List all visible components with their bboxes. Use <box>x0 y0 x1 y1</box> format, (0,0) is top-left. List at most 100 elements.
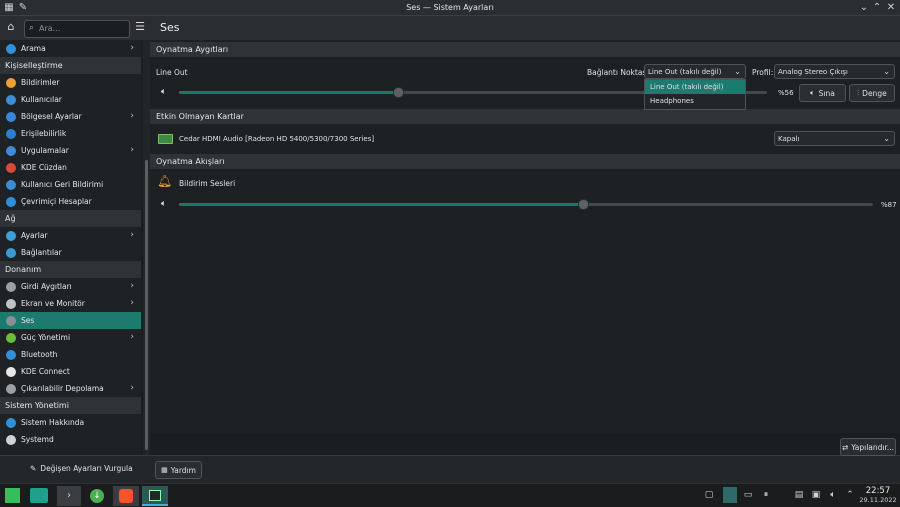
chevron-right-icon: › <box>130 145 134 155</box>
sidebar-item[interactable]: Bildirimler <box>0 74 141 91</box>
balance-button[interactable]: ⫶ Denge <box>849 84 895 102</box>
sidebar-item[interactable]: Bağlantılar <box>0 244 141 261</box>
card-profile-combobox[interactable]: Kapalı ⌄ <box>774 131 895 146</box>
card-name: Cedar HDMI Audio [Radeon HD 5400/5300/73… <box>179 135 375 143</box>
sidebar-item-label: Sistem Hakkında <box>21 418 85 427</box>
speaker-icon <box>6 315 16 326</box>
highlight-label: Değişen Ayarları Vurgula <box>40 464 133 473</box>
sidebar-item[interactable]: Ekran ve Monitör › <box>0 295 141 312</box>
balance-icon: ⫶ <box>857 88 860 97</box>
sidebar-item[interactable]: KDE Cüzdan <box>0 159 141 176</box>
accounts-icon <box>6 196 16 207</box>
sidebar-item-label: Bluetooth <box>21 350 58 359</box>
input-devices-icon <box>6 281 16 292</box>
test-button[interactable]: 🔈︎ Sına <box>799 84 846 102</box>
search-icon: ⌕ <box>29 23 35 33</box>
accessibility-icon <box>6 128 16 139</box>
users-icon <box>6 94 16 105</box>
close-icon[interactable]: ✕ <box>885 2 897 14</box>
clipboard-icon[interactable]: ▤ <box>794 490 804 500</box>
pager-icon[interactable] <box>723 487 737 503</box>
sidebar-item[interactable]: Bluetooth <box>0 346 141 363</box>
taskbar: › ↓ ▢ ▭ ⏸︎ ▤ ▣ 🔈︎ ⌃ 22:57 29.11.2022 <box>0 483 900 507</box>
pager-icon-2[interactable]: ▭ <box>743 490 753 500</box>
sidebar-item[interactable]: Systemd <box>0 431 141 448</box>
chevron-down-icon[interactable]: ⌄ <box>858 2 870 14</box>
sidebar-item[interactable]: Sistem Hakkında <box>0 414 141 431</box>
download-icon[interactable]: ↓ <box>90 489 104 503</box>
sidebar-item[interactable]: Bölgesel Ayarlar › <box>0 108 141 125</box>
dropdown-option-headphones[interactable]: Headphones <box>645 94 745 108</box>
dropdown-option-line-out[interactable]: Line Out (takılı değil) <box>645 80 745 94</box>
hamburger-menu-icon[interactable]: ☰ <box>134 21 146 33</box>
sidebar-item[interactable]: Arama › <box>0 40 141 57</box>
search-input[interactable] <box>39 22 125 34</box>
highlight-changed-button[interactable]: ✎ Değişen Ayarları Vurgula <box>30 464 133 473</box>
brave-browser-task[interactable] <box>113 486 139 506</box>
manjaro-launcher-icon[interactable] <box>5 488 20 503</box>
file-manager-icon[interactable] <box>30 488 48 503</box>
sidebar-item[interactable]: Kullanıcılar <box>0 91 141 108</box>
sidebar-item-label: KDE Connect <box>21 367 70 376</box>
sidebar-item-label: Güç Yönetimi <box>21 333 71 342</box>
profile-combobox[interactable]: Analog Stereo Çıkışı ⌄ <box>774 64 895 79</box>
search-box[interactable]: ⌕ <box>24 20 130 38</box>
stream-name: Bildirim Sesleri <box>179 179 236 188</box>
window-icon[interactable]: ▢ <box>704 490 714 500</box>
speaker-icon[interactable]: 🔈︎ <box>161 199 166 209</box>
sidebar-item[interactable]: Erişilebilirlik <box>0 125 141 142</box>
system-settings-task[interactable] <box>142 486 168 506</box>
terminal-icon[interactable]: › <box>57 486 81 506</box>
search-icon <box>6 43 16 54</box>
home-icon[interactable]: ⌂ <box>4 20 18 34</box>
monitor-icon <box>6 298 16 309</box>
sidebar-item[interactable]: KDE Connect <box>0 363 141 380</box>
configure-icon: ⇄ <box>841 442 849 452</box>
speaker-icon[interactable]: 🔈︎ <box>161 87 166 97</box>
sidebar-item-label: Erişilebilirlik <box>21 129 67 138</box>
title-bar: ▦ ✎ Ses — Sistem Ayarları ⌄ ⌃ ✕ <box>0 0 900 16</box>
sidebar-item[interactable]: Uygulamalar › <box>0 142 141 159</box>
sidebar: Arama › Kişiselleştirme Bildirimler Kullanıc… <box>0 40 141 455</box>
profile-label: Profil: <box>752 68 774 77</box>
help-button[interactable]: ▦ Yardım <box>155 461 202 479</box>
sidebar-item[interactable]: Kullanıcı Geri Bildirimi <box>0 176 141 193</box>
volume-icon[interactable]: 🔈︎ <box>828 490 838 500</box>
chevron-right-icon: › <box>130 281 134 291</box>
configure-label: Yapılandır... <box>851 442 895 452</box>
sidebar-item[interactable]: Girdi Aygıtları › <box>0 278 141 295</box>
chevron-right-icon: › <box>130 332 134 342</box>
chevron-right-icon: › <box>130 111 134 121</box>
chevron-up-icon[interactable]: ⌃ <box>845 490 855 500</box>
page-title: Ses <box>160 21 180 34</box>
slider-handle[interactable] <box>393 87 404 98</box>
section-title: Oynatma Aygıtları <box>156 45 229 54</box>
sidebar-item[interactable]: Ses <box>0 312 141 329</box>
slider-handle[interactable] <box>578 199 589 210</box>
clock[interactable]: 22:57 29.11.2022 <box>858 486 898 504</box>
pencil-icon: ✎ <box>30 464 37 473</box>
network-icon[interactable]: ▣ <box>811 490 821 500</box>
chevron-right-icon: › <box>130 230 134 240</box>
card-profile-value: Kapalı <box>778 134 800 143</box>
sidebar-scrollbar[interactable] <box>143 40 150 455</box>
sidebar-item[interactable]: Çıkarılabilir Depolama › <box>0 380 141 397</box>
sidebar-item-label: Bildirimler <box>21 78 60 87</box>
usb-icon <box>6 383 16 394</box>
brave-icon <box>119 489 133 503</box>
sidebar-section-header: Kişiselleştirme <box>0 57 141 74</box>
sidebar-item-label: Çevrimiçi Hesaplar <box>21 197 92 206</box>
help-label: Yardım <box>170 465 196 475</box>
maximize-icon[interactable]: ⌃ <box>871 2 883 14</box>
sidebar-item[interactable]: Çevrimiçi Hesaplar <box>0 193 141 210</box>
stream-volume-slider[interactable] <box>179 199 873 210</box>
scrollbar-thumb[interactable] <box>145 160 148 450</box>
device-volume-value: %56 <box>778 89 794 97</box>
media-pause-icon[interactable]: ⏸︎ <box>761 490 771 500</box>
info-icon <box>6 417 16 428</box>
sidebar-item[interactable]: Güç Yönetimi › <box>0 329 141 346</box>
sidebar-item-label: Arama <box>21 44 46 53</box>
configure-button[interactable]: ⇄ Yapılandır... <box>840 438 896 456</box>
port-combobox[interactable]: Line Out (takılı değil) ⌄ <box>644 64 746 79</box>
sidebar-item[interactable]: Ayarlar › <box>0 227 141 244</box>
